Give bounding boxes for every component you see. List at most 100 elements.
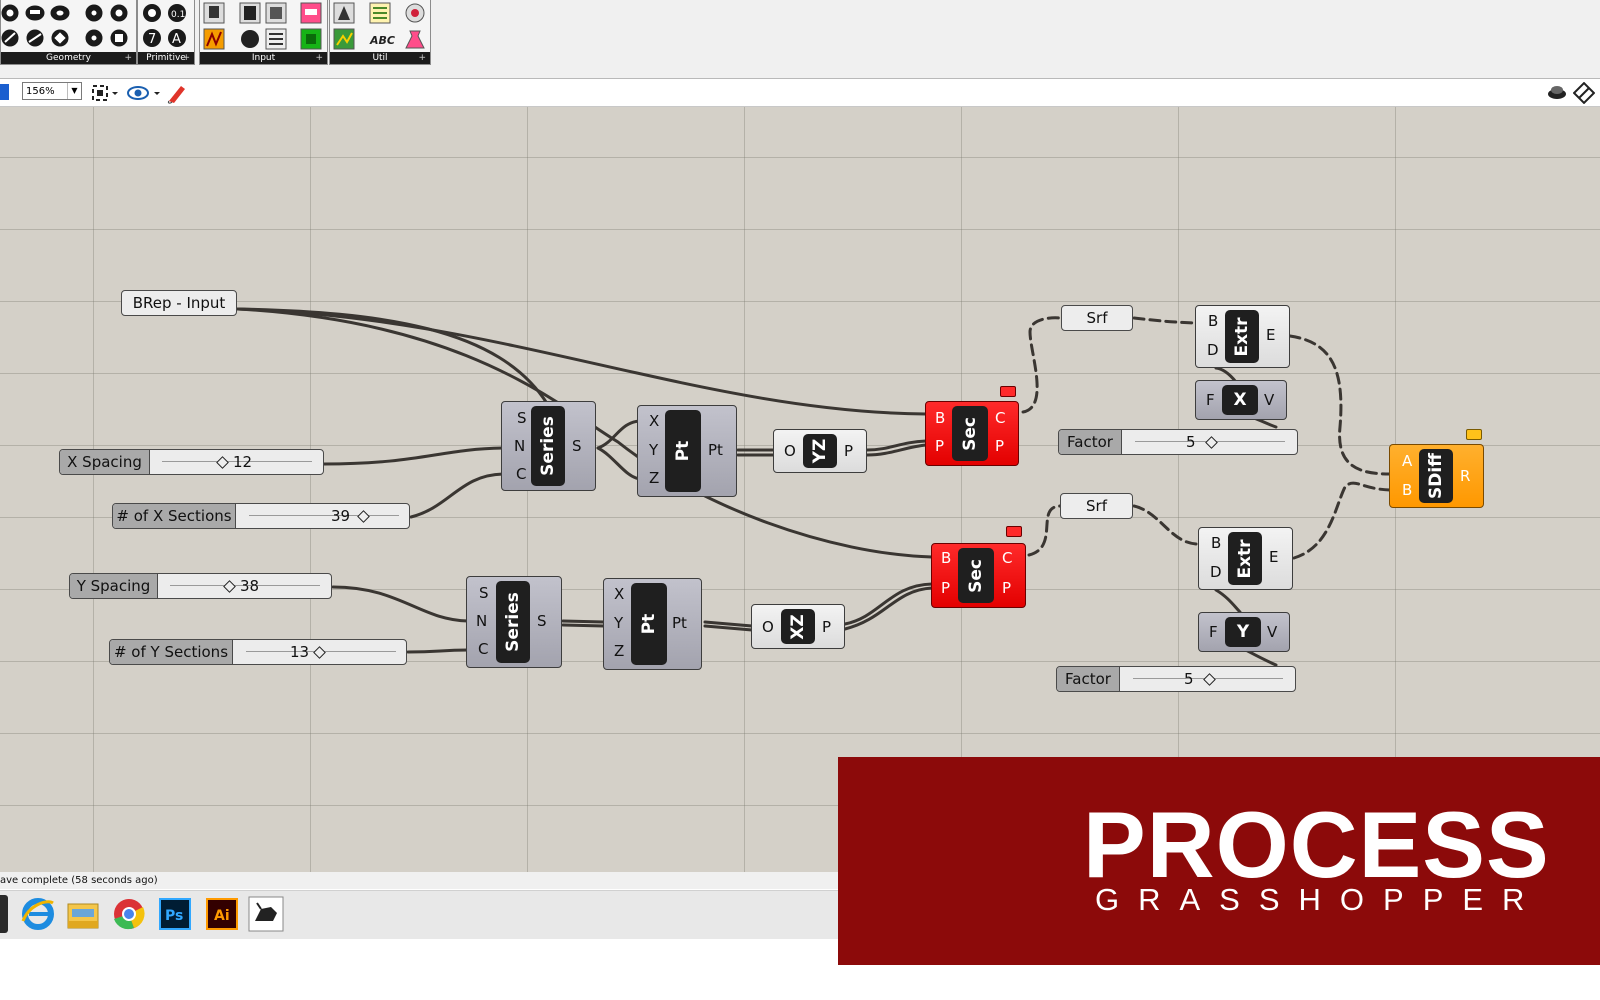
warning-flag[interactable] [1000,386,1016,397]
port-label: P [844,442,854,460]
wire [561,623,606,628]
component-nickname: Y [1225,617,1261,647]
surface-param-y[interactable]: Srf [1060,493,1133,519]
port-label: X [649,412,660,430]
port-label: P [935,437,945,455]
port-label: V [1267,623,1278,641]
wire [561,619,606,624]
preview-shaded-icon[interactable] [1546,82,1568,104]
wire [843,586,934,631]
x-sections-slider[interactable]: # of X Sections 39 [112,503,410,529]
warning-flag[interactable] [1006,526,1022,537]
surface-param-x[interactable]: Srf [1061,305,1133,331]
title-overlay: PROCESS GRASSHOPPER [838,757,1600,965]
wire [406,648,470,654]
port-label: C [995,409,1006,427]
slider-knob[interactable] [1205,436,1218,449]
component-nickname: YZ [803,434,837,468]
slider-knob[interactable] [357,510,370,523]
file-explorer-icon[interactable] [64,895,102,933]
warning-flag[interactable] [1466,429,1482,440]
port-label: C [478,640,489,658]
section-y-component[interactable]: B P Sec C P [931,543,1026,608]
ribbon-group-geometry: Geometry + [0,0,137,65]
extrude-x-component[interactable]: B D Extr E [1195,305,1290,368]
port-label: F [1209,623,1218,641]
photoshop-icon[interactable]: Ps [156,895,194,933]
taskbar: Ps Ai [0,890,840,939]
internet-explorer-icon[interactable] [19,895,57,933]
slider-value: 38 [240,577,260,595]
ribbon-group-label: Primitive [146,53,186,63]
overlay-subtitle: GRASSHOPPER [1095,882,1544,917]
component-nickname: Sec [952,406,988,461]
wire [1292,481,1392,560]
port-label: C [516,465,527,483]
port-label: X [614,585,625,603]
wire [1027,504,1062,557]
port-label: B [1208,312,1219,330]
port-label: S [537,612,547,630]
port-label: P [1002,579,1012,597]
slider-name: # of Y Sections [110,640,233,664]
wire [1132,504,1198,546]
svg-text:7: 7 [148,32,156,47]
point-x-component[interactable]: X Y Z Pt Pt [637,405,737,497]
svg-text:Ai: Ai [214,908,230,924]
brep-input-param[interactable]: BRep - Input [121,290,237,316]
primitive-tool-icons[interactable]: 0.1 7 A [138,0,194,52]
zoom-dropdown[interactable]: 156% ▼ [22,82,82,100]
sketch-pen-icon[interactable] [166,82,188,104]
slider-knob[interactable] [1203,673,1216,686]
slider-knob[interactable] [216,456,229,469]
y-sections-slider[interactable]: # of Y Sections 13 [109,639,407,665]
ribbon-group-input: Input + [199,0,328,65]
slider-knob[interactable] [313,646,326,659]
wire [409,472,505,519]
x-spacing-slider[interactable]: X Spacing 12 [59,449,324,475]
y-spacing-slider[interactable]: Y Spacing 38 [69,573,332,599]
preview-wireframe-icon[interactable] [1573,82,1595,104]
port-label: S [517,409,527,427]
zoom-extents-icon[interactable] [90,83,120,103]
zoom-value: 156% [26,86,55,97]
unit-y-vector-component[interactable]: F Y V [1198,612,1290,652]
extrude-y-component[interactable]: B D Extr E [1198,527,1293,590]
solid-difference-component[interactable]: A B SDiff R [1389,444,1484,508]
port-label: A [1402,452,1413,470]
port-label: B [1402,481,1413,499]
port-label: O [784,442,796,460]
series-x-component[interactable]: S N C Series S [501,401,596,491]
port-label: Z [649,469,660,487]
wire [1288,334,1392,476]
save-icon[interactable] [0,84,9,100]
slider-value: 13 [290,643,310,661]
port-label: C [1002,549,1013,567]
geometry-tool-icons[interactable] [1,0,136,52]
component-nickname: Extr [1225,310,1259,363]
section-x-component[interactable]: B P Sec C P [925,401,1019,466]
wire [1021,316,1062,414]
input-tool-icons[interactable] [200,0,327,52]
component-nickname: X [1222,385,1258,415]
xz-plane-component[interactable]: O XZ P [751,604,845,649]
ribbon-group-label: Input [251,53,276,63]
chrome-icon[interactable] [110,895,148,933]
port-label: P [941,579,951,597]
rhino-icon[interactable] [247,895,285,933]
slider-knob[interactable] [223,580,236,593]
factor-y-slider[interactable]: Factor 5 [1056,666,1296,692]
yz-plane-component[interactable]: O YZ P [773,429,867,473]
series-y-component[interactable]: S N C Series S [466,576,562,668]
preview-eye-icon[interactable] [126,83,162,103]
illustrator-icon[interactable]: Ai [203,895,241,933]
component-ribbon: Geometry + 0.1 7 A Primitive + Input + A… [0,0,1600,79]
port-label: R [1460,467,1471,485]
point-y-component[interactable]: X Y Z Pt Pt [603,578,702,670]
canvas-toolbar: 156% ▼ [0,79,1600,107]
factor-x-slider[interactable]: Factor 5 [1058,429,1298,455]
start-button[interactable] [0,895,8,933]
util-tool-icons[interactable]: ABC [330,0,430,52]
unit-x-vector-component[interactable]: F X V [1195,380,1287,420]
slider-track[interactable] [249,515,399,516]
